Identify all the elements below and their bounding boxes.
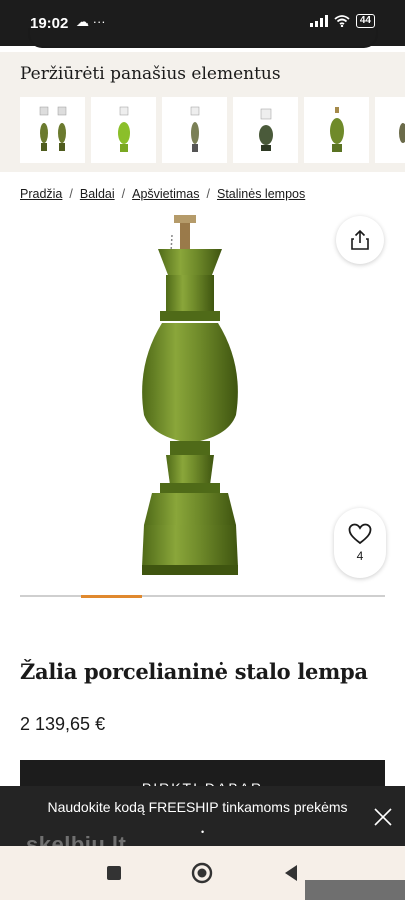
- heart-icon: [348, 523, 372, 545]
- promo-text: Naudokite kodą FREESHIP tinkamoms prekėm…: [47, 799, 348, 815]
- gallery-progress-indicator: [80, 594, 142, 598]
- favorite-button[interactable]: 4: [334, 508, 386, 578]
- favorite-count: 4: [356, 549, 364, 563]
- wifi-icon: [334, 15, 350, 27]
- breadcrumb-home[interactable]: Pradžia: [20, 187, 62, 201]
- pair-lamps-image: [39, 106, 66, 151]
- similar-item-thumb[interactable]: [233, 97, 298, 163]
- green-vase-lamp-image: [329, 107, 344, 152]
- status-indicators: 44: [309, 14, 375, 28]
- search-bar[interactable]: [28, 28, 378, 48]
- breadcrumb-lighting[interactable]: Apšvietimas: [132, 187, 199, 201]
- slim-lamp-image: [190, 106, 199, 152]
- dark-lamp-image: [258, 108, 273, 151]
- circle-icon: [191, 862, 213, 884]
- signal-icon: [309, 15, 328, 27]
- share-button[interactable]: [336, 216, 384, 264]
- similar-items-section: Peržiūrėti panašius elementus: [0, 52, 405, 172]
- breadcrumb-furniture[interactable]: Baldai: [80, 187, 115, 201]
- breadcrumb-separator: /: [121, 187, 126, 201]
- gesture-overlay: [305, 880, 405, 900]
- breadcrumb-table-lamps[interactable]: Stalinės lempos: [217, 187, 305, 201]
- home-button[interactable]: [191, 862, 213, 884]
- product-title: Žalia porcelianinė stalo lempa: [20, 659, 368, 684]
- breadcrumb: Pradžia / Baldai / Apšvietimas / Stalinė…: [20, 187, 305, 201]
- breadcrumb-separator: /: [69, 187, 73, 201]
- lime-lamp-image: [117, 106, 130, 152]
- partial-lamp-image: [399, 123, 405, 143]
- product-price: 2 139,65 €: [20, 714, 106, 734]
- back-button[interactable]: [280, 862, 302, 884]
- back-triangle-icon: [285, 865, 297, 881]
- product-image[interactable]: [100, 215, 280, 583]
- similar-items-carousel[interactable]: [20, 97, 405, 163]
- similar-item-thumb[interactable]: [162, 97, 227, 163]
- recent-apps-button[interactable]: [103, 862, 125, 884]
- battery-icon: 44: [355, 14, 375, 28]
- similar-item-thumb[interactable]: [375, 97, 405, 163]
- promo-pager-dot: •: [201, 827, 205, 837]
- share-icon: [351, 229, 369, 250]
- similar-item-thumb[interactable]: [20, 97, 85, 163]
- gallery-progress-track[interactable]: [20, 594, 385, 598]
- similar-items-title: Peržiūrėti panašius elementus: [20, 64, 281, 84]
- similar-item-thumb[interactable]: [91, 97, 156, 163]
- square-icon: [107, 866, 121, 880]
- status-bar: 19:02 ☁ ··· 44: [0, 0, 405, 48]
- breadcrumb-separator: /: [206, 187, 210, 201]
- close-icon[interactable]: [372, 806, 394, 828]
- similar-item-thumb[interactable]: [304, 97, 369, 163]
